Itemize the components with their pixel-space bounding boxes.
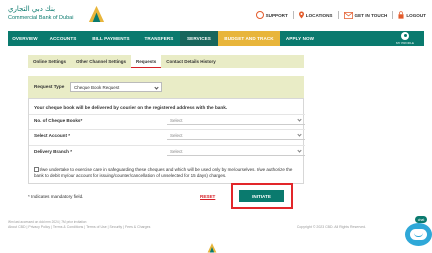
logout-label: LOGOUT (406, 12, 426, 18)
consent-row: I/we undertake to exercise care in safeg… (34, 167, 299, 179)
nav-services[interactable]: SERVICES (180, 31, 218, 46)
chatbot-icon (405, 223, 432, 246)
nav-budget-and-track[interactable]: BUDGET AND TRACK (218, 31, 280, 46)
cheque-books-value: Select (170, 118, 183, 123)
request-type-value: Cheque Book Request (74, 84, 120, 90)
get-in-touch-link[interactable]: GET IN TOUCH (343, 11, 388, 19)
footer-links[interactable]: About CBD | Privacy Policy | Terms & Con… (8, 225, 150, 229)
top-links: SUPPORT LOCATIONS GET IN TOUCH LOGOUT (255, 9, 426, 21)
support-icon (255, 11, 264, 19)
cheque-books-select[interactable]: Select (167, 117, 305, 125)
reset-button[interactable]: RESET (200, 194, 215, 199)
delivery-branch-value: Select (170, 149, 183, 154)
chat-label: chat (415, 216, 427, 223)
logo-arabic-name: بنك دبي التجاري (8, 5, 56, 13)
nav-transfers[interactable]: TRANSFERS (138, 31, 180, 46)
mail-icon (343, 11, 353, 19)
chevron-down-icon (297, 148, 302, 153)
location-pin-icon (298, 11, 304, 19)
nav-overview[interactable]: OVERVIEW (8, 31, 42, 46)
lock-icon (398, 11, 404, 19)
consent-text: I/we undertake to exercise care in safeg… (34, 167, 293, 178)
chat-widget[interactable]: chat (405, 216, 432, 246)
logo-mark-icon (88, 5, 105, 23)
account-value: Select (170, 133, 183, 138)
settings-subtabs: Online Settings Other Channel Settings R… (28, 55, 304, 68)
form-heading: Your cheque book will be delivered by co… (34, 105, 228, 110)
request-type-select[interactable]: Cheque Book Request (70, 82, 162, 92)
main-nav: OVERVIEW ACCOUNTS BILL PAYMENTS TRANSFER… (8, 31, 424, 46)
nav-bill-payments[interactable]: BILL PAYMENTS (84, 31, 138, 46)
divider (337, 11, 339, 19)
chevron-down-icon (297, 132, 302, 137)
nav-accounts[interactable]: ACCOUNTS (42, 31, 84, 46)
initiate-highlight: INITIATE (231, 183, 293, 209)
profile-button[interactable]: MY PROFILE (390, 32, 420, 45)
top-bar: بنك دبي التجاري Commercial Bank of Dubai… (0, 0, 432, 30)
delivery-branch-select[interactable]: Select (167, 148, 305, 156)
support-link[interactable]: SUPPORT (255, 11, 288, 19)
logo-english-name: Commercial Bank of Dubai (8, 15, 74, 21)
get-in-touch-label: GET IN TOUCH (354, 12, 388, 18)
footer-logo-icon (207, 243, 217, 253)
tab-online-settings[interactable]: Online Settings (28, 55, 71, 68)
initiate-button[interactable]: INITIATE (239, 190, 284, 202)
support-label: SUPPORT (265, 12, 288, 18)
copyright-text: Copyright © 2023 CBD. All Rights Reserve… (296, 225, 366, 229)
form-row-cheque-books: No. of Cheque Books* Select (29, 114, 305, 126)
tab-contact-details-history[interactable]: Contact Details History (161, 55, 221, 68)
chevron-down-icon (297, 117, 302, 122)
divider (292, 11, 294, 19)
account-select[interactable]: Select (167, 132, 305, 140)
delivery-branch-label: Delivery Branch * (34, 149, 73, 154)
nav-apply-now[interactable]: APPLY NOW (280, 31, 320, 46)
request-type-label: Request Type (34, 84, 65, 89)
mandatory-note: * Indicates mandatory field. (28, 194, 84, 199)
account-label: Select Account * (34, 133, 71, 138)
logout-link[interactable]: LOGOUT (398, 11, 426, 19)
consent-checkbox[interactable] (34, 167, 39, 172)
user-avatar-icon (401, 32, 409, 40)
chevron-down-icon (154, 85, 159, 90)
tab-other-channel-settings[interactable]: Other Channel Settings (71, 55, 131, 68)
profile-label: MY PROFILE (395, 41, 415, 45)
cheque-request-form: Your cheque book will be delivered by co… (28, 98, 305, 184)
last-login-text: Wm last accessed on ddd mm 2024 | 7M pri… (8, 220, 87, 224)
form-row-account: Select Account * Select (29, 129, 305, 141)
locations-link[interactable]: LOCATIONS (298, 11, 333, 19)
cheque-books-label: No. of Cheque Books* (34, 118, 83, 123)
request-type-bar: Request Type Cheque Book Request (28, 76, 304, 98)
divider (392, 11, 394, 19)
locations-label: LOCATIONS (305, 12, 333, 18)
form-row-delivery-branch: Delivery Branch * Select (29, 145, 305, 157)
tab-requests[interactable]: Requests (131, 55, 162, 68)
bank-logo[interactable]: بنك دبي التجاري Commercial Bank of Dubai (8, 3, 118, 27)
